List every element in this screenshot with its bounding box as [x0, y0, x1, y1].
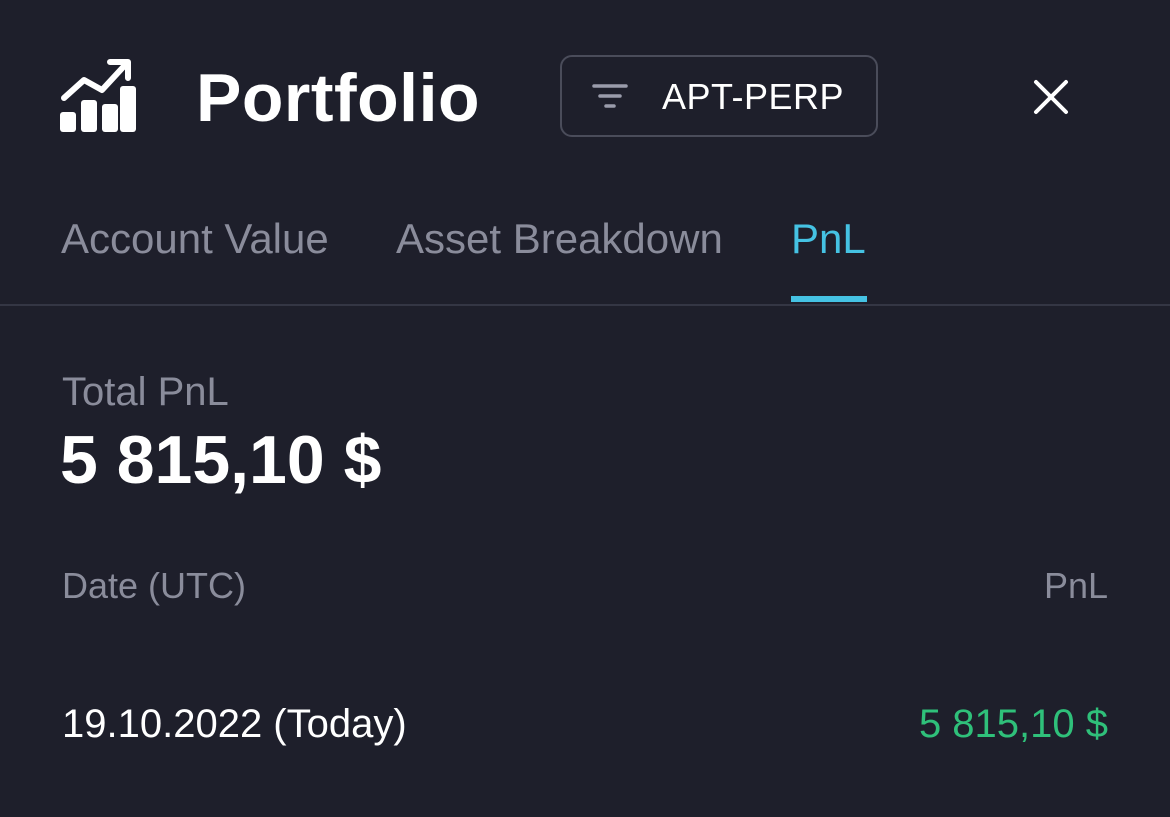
filter-icon — [592, 84, 628, 108]
page-title: Portfolio — [196, 60, 481, 136]
total-pnl-value: 5 815,10 $ — [60, 422, 382, 498]
row-pnl-value: 5 815,10 $ — [918, 702, 1108, 746]
tab-pnl[interactable]: PnL — [791, 214, 866, 264]
total-pnl-label: Total PnL — [62, 370, 229, 414]
tab-account-value[interactable]: Account Value — [61, 214, 329, 264]
chart-trending-up-icon — [60, 59, 136, 132]
market-filter-button[interactable]: APT-PERP — [560, 55, 878, 137]
row-date: 19.10.2022 (Today) — [62, 702, 407, 746]
date-column-header: Date (UTC) — [62, 565, 247, 606]
active-tab-indicator — [791, 296, 867, 302]
close-icon[interactable] — [1026, 72, 1076, 122]
market-filter-label: APT-PERP — [662, 76, 845, 117]
table-row: 19.10.2022 (Today) 5 815,10 $ — [0, 690, 1170, 760]
panel-header: Portfolio APT-PERP — [0, 0, 1170, 190]
portfolio-panel: Portfolio APT-PERP Account Value Asset B… — [0, 0, 1170, 817]
tab-bar: Account Value Asset Breakdown PnL — [0, 200, 1170, 306]
tab-asset-breakdown[interactable]: Asset Breakdown — [396, 214, 723, 264]
pnl-column-header: PnL — [1043, 565, 1108, 606]
